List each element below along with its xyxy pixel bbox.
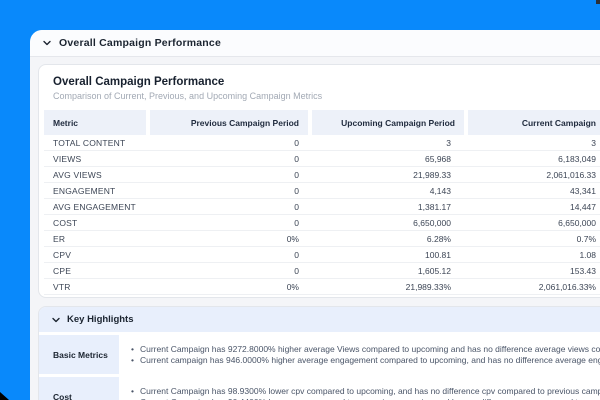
table-row: VIEWS 0 65,968 6,183,049 (44, 151, 600, 167)
metric-previous-value: 0% (150, 234, 308, 244)
highlight-row-cost: Cost • Current Campaign has 98.9300% low… (39, 377, 600, 400)
highlight-label: Basic Metrics (39, 335, 119, 374)
table-row: ER 0% 6.28% 0.7% (44, 231, 600, 247)
highlight-bullet-list: • Current Campaign has 9272.8000% higher… (119, 335, 600, 374)
metric-previous-value: 0 (150, 218, 308, 228)
chevron-down-icon (52, 317, 60, 323)
metric-name: VTR (44, 282, 150, 292)
table-row: AVG VIEWS 0 21,989.33 2,061,016.33 (44, 167, 600, 183)
metric-upcoming-value: 100.81 (308, 250, 460, 260)
metric-upcoming-value: 1,605.12 (308, 266, 460, 276)
chevron-down-icon (43, 40, 51, 46)
window-corner-artifact (596, 0, 600, 4)
highlight-text: Current campaign has 946.0000% higher av… (140, 355, 600, 366)
metric-previous-value: 0 (150, 266, 308, 276)
campaign-performance-card: Overall Campaign Performance Comparison … (38, 64, 600, 298)
metric-current-value: 43,341 (460, 186, 600, 196)
metric-current-value: 0.7% (460, 234, 600, 244)
metric-current-value: 3 (460, 138, 600, 148)
metrics-table: Metric Previous Campaign Period Upcoming… (44, 110, 600, 295)
metric-upcoming-value: 6,650,000 (308, 218, 460, 228)
metric-upcoming-value: 4,143 (308, 186, 460, 196)
metric-name: AVG ENGAGEMENT (44, 202, 150, 212)
highlight-text: Current Campaign has 90.4400% lower cpe … (140, 397, 600, 400)
list-item: • Current Campaign has 9272.8000% higher… (131, 344, 600, 355)
metric-name: ENGAGEMENT (44, 186, 150, 196)
bullet-icon: • (131, 344, 134, 355)
list-item: • Current Campaign has 90.4400% lower cp… (131, 397, 600, 400)
metric-name: ER (44, 234, 150, 244)
metric-current-value: 153.43 (460, 266, 600, 276)
section-title: Overall Campaign Performance (59, 37, 221, 49)
card-title: Overall Campaign Performance (53, 76, 593, 88)
bullet-icon: • (131, 386, 134, 397)
highlight-bullet-list: • Current Campaign has 98.9300% lower cp… (119, 377, 600, 400)
metric-upcoming-value: 21,989.33% (308, 282, 460, 292)
metric-previous-value: 0 (150, 186, 308, 196)
table-row: AVG ENGAGEMENT 0 1,381.17 14,447 (44, 199, 600, 215)
column-header-metric: Metric (44, 110, 146, 135)
list-item: • Current Campaign has 98.9300% lower cp… (131, 386, 600, 397)
column-header-current-campaign: Current Campaign (468, 110, 600, 135)
metric-current-value: 6,650,000 (460, 218, 600, 228)
key-highlights-title: Key Highlights (67, 314, 134, 325)
metric-upcoming-value: 6.28% (308, 234, 460, 244)
app-background: { "colors": { "app_background": "#0989FB… (0, 0, 600, 400)
card-subtitle: Comparison of Current, Previous, and Upc… (53, 91, 593, 101)
metric-current-value: 2,061,016.33% (460, 282, 600, 292)
table-row: VTR 0% 21,989.33% 2,061,016.33% (44, 279, 600, 295)
metric-previous-value: 0 (150, 250, 308, 260)
table-row: CPE 0 1,605.12 153.43 (44, 263, 600, 279)
metric-current-value: 14,447 (460, 202, 600, 212)
column-header-previous-period: Previous Campaign Period (150, 110, 308, 135)
metric-upcoming-value: 65,968 (308, 154, 460, 164)
list-item: • Current campaign has 946.0000% higher … (131, 355, 600, 366)
metric-name: COST (44, 218, 150, 228)
bullet-icon: • (131, 397, 134, 400)
highlight-text: Current Campaign has 9272.8000% higher a… (140, 344, 600, 355)
metric-current-value: 2,061,016.33 (460, 170, 600, 180)
table-header-row: Metric Previous Campaign Period Upcoming… (44, 110, 600, 135)
column-header-upcoming-period: Upcoming Campaign Period (312, 110, 464, 135)
metric-name: CPV (44, 250, 150, 260)
table-row: ENGAGEMENT 0 4,143 43,341 (44, 183, 600, 199)
metric-current-value: 6,183,049 (460, 154, 600, 164)
metric-previous-value: 0 (150, 154, 308, 164)
metric-previous-value: 0% (150, 282, 308, 292)
metric-name: AVG VIEWS (44, 170, 150, 180)
content-panel: Overall Campaign Performance Overall Cam… (30, 30, 600, 400)
metric-previous-value: 0 (150, 170, 308, 180)
bullet-icon: • (131, 355, 134, 366)
metric-previous-value: 0 (150, 138, 308, 148)
highlight-label: Cost (39, 377, 119, 400)
metric-upcoming-value: 3 (308, 138, 460, 148)
metric-name: TOTAL CONTENT (44, 138, 150, 148)
metric-previous-value: 0 (150, 202, 308, 212)
metric-upcoming-value: 1,381.17 (308, 202, 460, 212)
metric-name: VIEWS (44, 154, 150, 164)
highlight-text: Current Campaign has 98.9300% lower cpv … (140, 386, 600, 397)
table-row: TOTAL CONTENT 0 3 3 (44, 135, 600, 151)
mouse-cursor (0, 392, 9, 400)
table-row: COST 0 6,650,000 6,650,000 (44, 215, 600, 231)
key-highlights-card: Key Highlights Basic Metrics • Current C… (38, 306, 600, 400)
metric-current-value: 1.08 (460, 250, 600, 260)
key-highlights-header[interactable]: Key Highlights (39, 307, 600, 335)
section-header-overall-campaign-performance[interactable]: Overall Campaign Performance (30, 30, 600, 57)
table-row: CPV 0 100.81 1.08 (44, 247, 600, 263)
metric-name: CPE (44, 266, 150, 276)
highlight-row-basic-metrics: Basic Metrics • Current Campaign has 927… (39, 335, 600, 377)
metric-upcoming-value: 21,989.33 (308, 170, 460, 180)
